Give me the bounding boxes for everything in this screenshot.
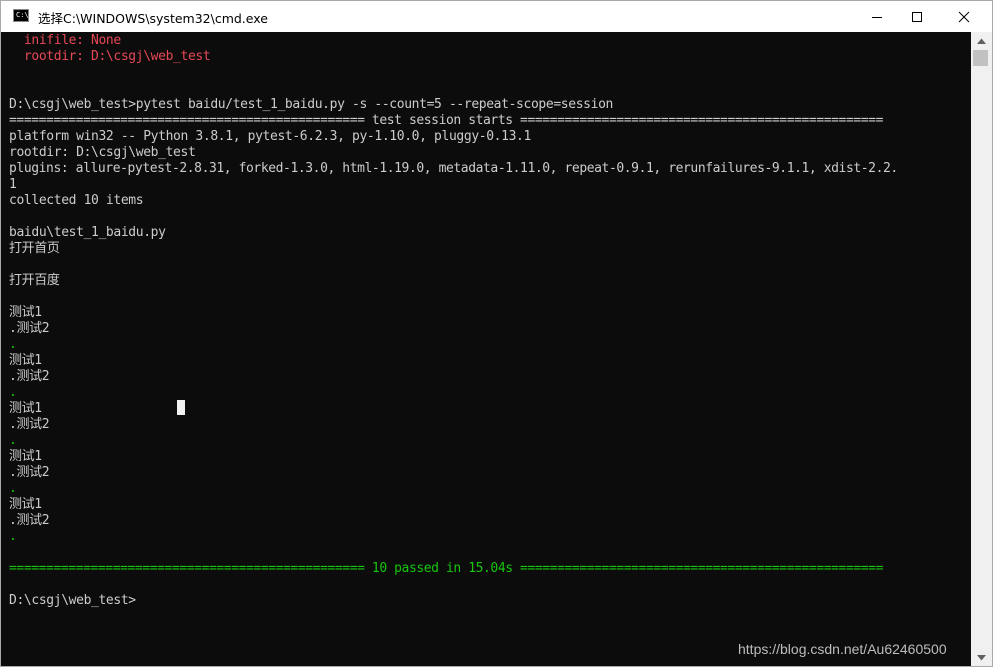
close-icon <box>958 11 970 22</box>
console-line: D:\csgj\web_test> <box>9 593 136 608</box>
cmd-app-icon[interactable]: C:\ <box>13 9 29 22</box>
console-line: . <box>9 433 17 448</box>
console-line: 测试1 <box>9 305 42 320</box>
scroll-down-button[interactable] <box>971 649 992 666</box>
close-button[interactable] <box>941 1 987 32</box>
console-line: collected 10 items <box>9 193 144 208</box>
console-line: D:\csgj\web_test>pytest baidu/test_1_bai… <box>9 97 613 112</box>
console-line: .测试2 <box>9 417 50 432</box>
console-line: .测试2 <box>9 465 50 480</box>
console-line: ========================================… <box>9 113 883 128</box>
vertical-scrollbar[interactable] <box>971 32 992 666</box>
text-cursor <box>177 400 185 415</box>
console-line: . <box>9 481 17 496</box>
watermark: https://blog.csdn.net/Au62460500 <box>738 641 947 657</box>
title-bar[interactable]: C:\ 选择C:\WINDOWS\system32\cmd.exe <box>1 1 992 32</box>
minimize-icon <box>872 16 882 18</box>
console-line: rootdir: D:\csgj\web_test <box>9 49 211 64</box>
console-line: rootdir: D:\csgj\web_test <box>9 145 196 160</box>
chevron-up-icon <box>977 38 986 44</box>
console-line: .测试2 <box>9 369 50 384</box>
console-line: inifile: None <box>9 33 121 48</box>
console-line: ========================================… <box>9 561 883 576</box>
console-output[interactable]: inifile: None rootdir: D:\csgj\web_test D… <box>1 32 971 666</box>
cmd-window: C:\ 选择C:\WINDOWS\system32\cmd.exe inifil… <box>0 0 993 667</box>
console-line: . <box>9 337 17 352</box>
scrollbar-thumb[interactable] <box>973 50 988 66</box>
console-line: baidu\test_1_baidu.py <box>9 225 166 240</box>
console-line: 打开百度 <box>9 273 60 288</box>
console-line: 测试1 <box>9 449 42 464</box>
scroll-up-button[interactable] <box>971 32 992 49</box>
console-line: . <box>9 529 17 544</box>
console-line: . <box>9 385 17 400</box>
window-title: 选择C:\WINDOWS\system32\cmd.exe <box>38 11 268 26</box>
console-line: plugins: allure-pytest-2.8.31, forked-1.… <box>9 161 898 176</box>
maximize-button[interactable] <box>894 1 940 32</box>
console-lines: inifile: None rootdir: D:\csgj\web_test D… <box>9 33 898 609</box>
console-line: 1 <box>9 177 17 192</box>
console-line: platform win32 -- Python 3.8.1, pytest-6… <box>9 129 531 144</box>
cmd-icon-text: C:\ <box>16 11 29 19</box>
console-line: 测试1 <box>9 497 42 512</box>
maximize-icon <box>912 11 922 22</box>
console-line: 打开首页 <box>9 241 60 256</box>
console-line: 测试1 <box>9 401 42 416</box>
console-line: .测试2 <box>9 513 50 528</box>
console-line: 测试1 <box>9 353 42 368</box>
chevron-down-icon <box>977 654 986 660</box>
console-line: .测试2 <box>9 321 50 336</box>
